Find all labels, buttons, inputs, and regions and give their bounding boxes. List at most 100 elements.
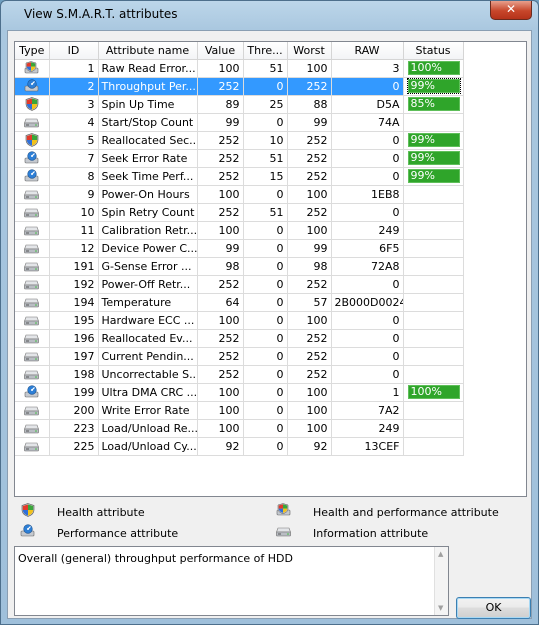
table-header: Type ID Attribute name Value Thre... Wor… (15, 42, 464, 60)
id-cell: 8 (49, 167, 99, 186)
table-row[interactable]: 11 Calibration Retr... 100 0 100 249 (15, 221, 464, 240)
threshold-cell: 51 (243, 149, 288, 168)
shield-icon (24, 97, 40, 111)
threshold-cell: 0 (243, 437, 288, 456)
column-header-status[interactable]: Status (403, 42, 464, 60)
table-row[interactable]: 191 G-Sense Error ... 98 0 98 72A8 (15, 257, 464, 276)
status-cell (403, 419, 464, 438)
threshold-cell: 0 (243, 239, 288, 258)
value-cell: 99 (197, 113, 244, 132)
column-header-attribute-name[interactable]: Attribute name (98, 42, 198, 60)
table-row[interactable]: 195 Hardware ECC ... 100 0 100 0 (15, 311, 464, 330)
raw-cell: 3 (331, 59, 404, 78)
id-cell: 196 (49, 329, 99, 348)
table-row[interactable]: 192 Power-Off Retr... 252 0 252 0 (15, 275, 464, 294)
table-row[interactable]: 225 Load/Unload Cy... 92 0 92 13CEF (15, 437, 464, 456)
table-row[interactable]: 5 Reallocated Sec... 252 10 252 0 99% (15, 131, 464, 150)
scroll-up-arrow-icon[interactable]: ▲ (438, 550, 443, 558)
value-cell: 100 (197, 401, 244, 420)
raw-cell: 2B000D0024 (331, 293, 404, 312)
table-row[interactable]: 9 Power-On Hours 100 0 100 1EB8 (15, 185, 464, 204)
id-cell: 4 (49, 113, 99, 132)
worst-cell: 252 (287, 365, 332, 384)
table-row[interactable]: 3 Spin Up Time 89 25 88 D5A 85% (15, 95, 464, 114)
column-header-threshold[interactable]: Thre... (243, 42, 288, 60)
id-cell: 198 (49, 365, 99, 384)
id-cell: 3 (49, 95, 99, 114)
id-cell: 223 (49, 419, 99, 438)
type-cell (15, 275, 50, 294)
id-cell: 199 (49, 383, 99, 402)
status-cell (403, 275, 464, 294)
drive-gauge-icon (24, 169, 40, 183)
table-row[interactable]: 12 Device Power C... 99 0 99 6F5 (15, 239, 464, 258)
status-cell (403, 113, 464, 132)
threshold-cell: 0 (243, 401, 288, 420)
attribute-name-cell: Uncorrectable S... (98, 365, 198, 384)
drive-icon (276, 524, 292, 538)
ok-button[interactable]: OK (456, 597, 531, 619)
status-cell: 85% (403, 95, 464, 114)
table-row[interactable]: 199 Ultra DMA CRC ... 100 0 100 1 100% (15, 383, 464, 402)
close-button[interactable]: ✕ (490, 1, 532, 20)
table-row[interactable]: 1 Raw Read Error... 100 51 100 3 100% (15, 59, 464, 78)
worst-cell: 92 (287, 437, 332, 456)
dialog-client-area: Type ID Attribute name Value Thre... Wor… (7, 30, 532, 619)
table-row[interactable]: 194 Temperature 64 0 57 2B000D0024 (15, 293, 464, 312)
attributes-list[interactable]: Type ID Attribute name Value Thre... Wor… (14, 41, 527, 497)
drive-icon (23, 259, 40, 273)
description-scrollbar[interactable]: ▲ ▼ (434, 547, 448, 615)
raw-cell: 0 (331, 149, 404, 168)
value-cell: 89 (197, 95, 244, 114)
type-cell (15, 365, 50, 384)
id-cell: 194 (49, 293, 99, 312)
status-cell: 99% (403, 77, 464, 96)
id-cell: 11 (49, 221, 99, 240)
worst-cell: 252 (287, 77, 332, 96)
table-row[interactable]: 4 Start/Stop Count 99 0 99 74A (15, 113, 464, 132)
raw-cell: 249 (331, 419, 404, 438)
table-row[interactable]: 200 Write Error Rate 100 0 100 7A2 (15, 401, 464, 420)
column-header-value[interactable]: Value (197, 42, 244, 60)
type-cell (15, 203, 50, 222)
shield-icon (20, 503, 36, 517)
table-row[interactable]: 2 Throughput Per... 252 0 252 0 99% (15, 77, 464, 96)
table-row[interactable]: 7 Seek Error Rate 252 51 252 0 99% (15, 149, 464, 168)
attribute-name-cell: G-Sense Error ... (98, 257, 198, 276)
threshold-cell: 0 (243, 77, 288, 96)
value-cell: 252 (197, 347, 244, 366)
title-bar[interactable]: View S.M.A.R.T. attributes ✕ (1, 1, 538, 29)
column-header-id[interactable]: ID (49, 42, 99, 60)
table-row[interactable]: 196 Reallocated Ev... 252 0 252 0 (15, 329, 464, 348)
attribute-name-cell: Device Power C... (98, 239, 198, 258)
threshold-cell: 0 (243, 221, 288, 240)
drive-icon (23, 349, 40, 363)
status-cell (403, 257, 464, 276)
drive-gauge-icon (24, 151, 40, 165)
type-cell (15, 419, 50, 438)
raw-cell: 0 (331, 203, 404, 222)
table-row[interactable]: 8 Seek Time Perf... 252 15 252 0 99% (15, 167, 464, 186)
table-row[interactable]: 198 Uncorrectable S... 252 0 252 0 (15, 365, 464, 384)
id-cell: 9 (49, 185, 99, 204)
attribute-description[interactable]: Overall (general) throughput performance… (14, 546, 449, 616)
column-header-type[interactable]: Type (15, 42, 50, 60)
table-row[interactable]: 10 Spin Retry Count 252 51 252 0 (15, 203, 464, 222)
status-cell: 99% (403, 131, 464, 150)
column-header-raw[interactable]: RAW (331, 42, 404, 60)
attribute-name-cell: Calibration Retr... (98, 221, 198, 240)
type-cell (15, 113, 50, 132)
value-cell: 100 (197, 383, 244, 402)
scroll-down-arrow-icon[interactable]: ▼ (438, 604, 443, 612)
column-header-worst[interactable]: Worst (287, 42, 332, 60)
raw-cell: 0 (331, 347, 404, 366)
drive-icon (23, 403, 40, 417)
table-row[interactable]: 223 Load/Unload Re... 100 0 100 249 (15, 419, 464, 438)
threshold-cell: 0 (243, 329, 288, 348)
table-row[interactable]: 197 Current Pendin... 252 0 252 0 (15, 347, 464, 366)
status-cell (403, 185, 464, 204)
worst-cell: 99 (287, 113, 332, 132)
window-title: View S.M.A.R.T. attributes (24, 7, 178, 21)
type-cell (15, 59, 50, 78)
shield-drive-icon (24, 61, 40, 75)
